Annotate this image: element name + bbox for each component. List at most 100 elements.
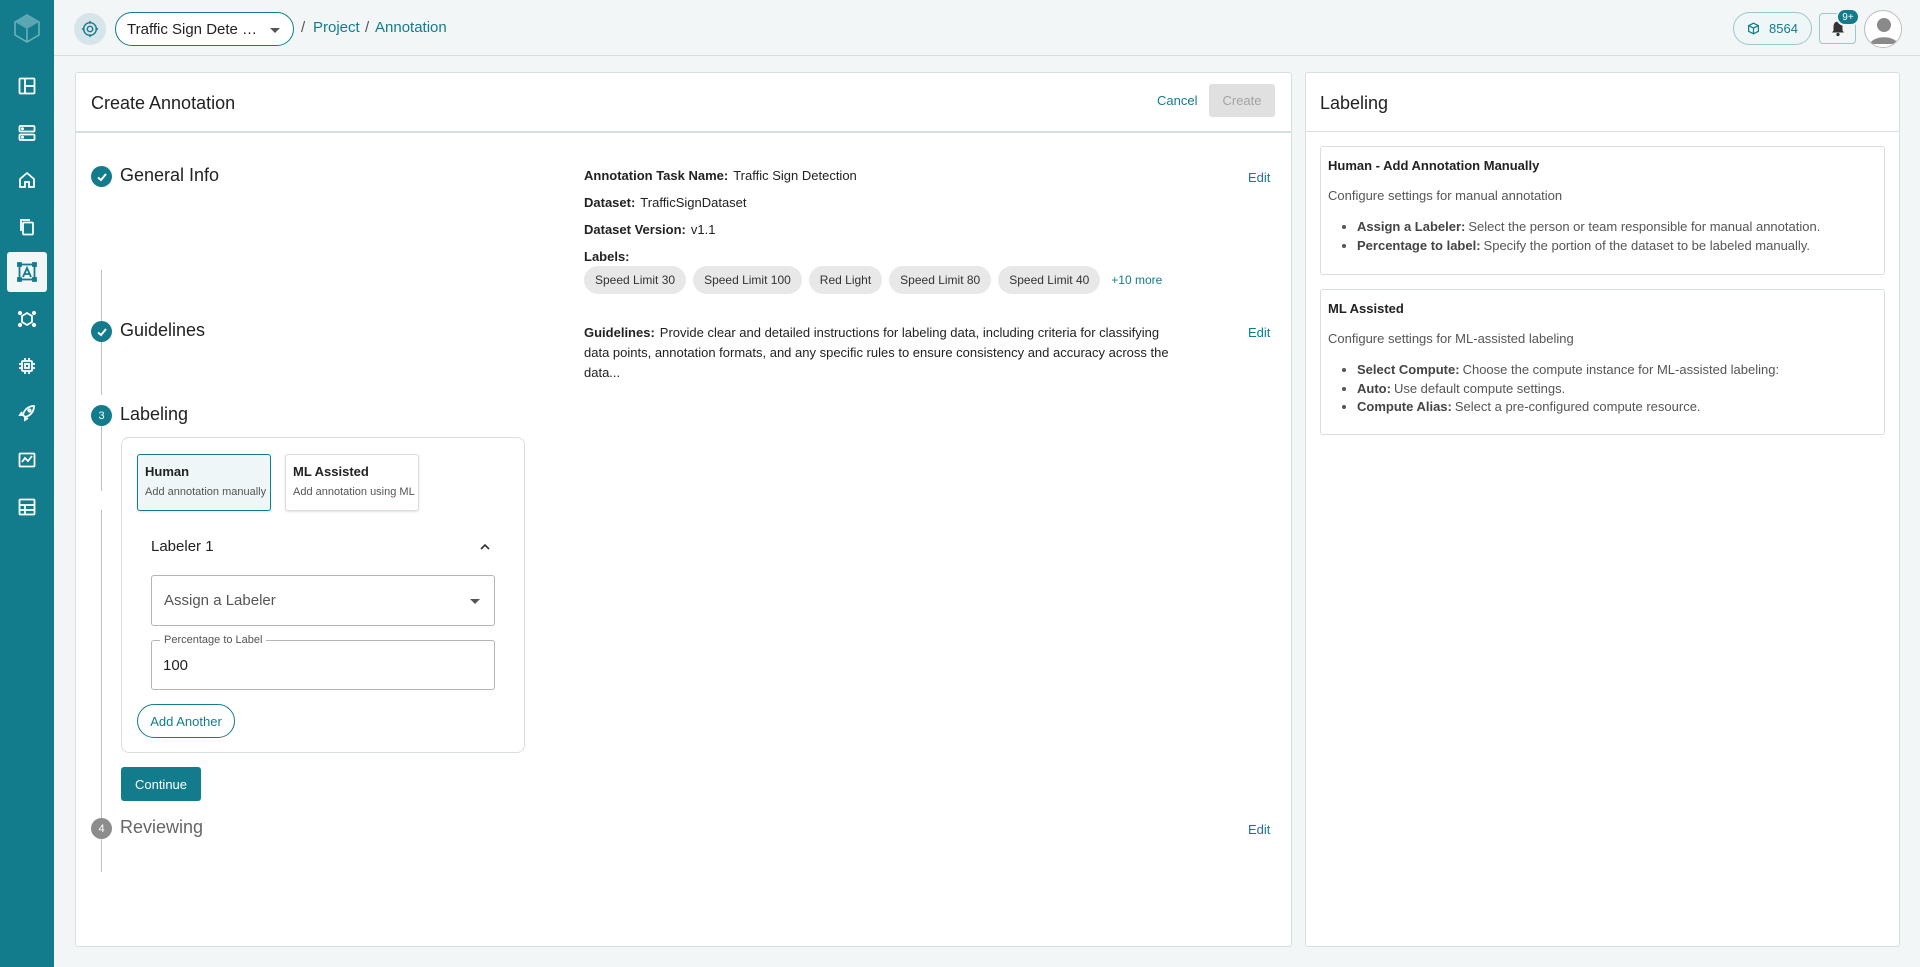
help-list: Assign a Labeler:Select the person or te… xyxy=(1357,218,1820,255)
cancel-button[interactable]: Cancel xyxy=(1157,93,1197,108)
add-another-button[interactable]: Add Another xyxy=(137,704,235,738)
labeling-config-card: Human Add annotation manually ML Assiste… xyxy=(121,437,525,753)
project-select-value: Traffic Sign Dete … xyxy=(127,20,257,38)
percentage-field-label: Percentage to Label xyxy=(160,634,267,646)
label-chip: Speed Limit 30 xyxy=(584,266,687,294)
step-title-labeling: Labeling xyxy=(120,404,189,424)
edit-reviewing-button[interactable]: Edit xyxy=(1248,822,1270,837)
sidebar-item-reports[interactable] xyxy=(7,487,47,527)
reports-icon xyxy=(18,498,36,516)
sidebar-item-database[interactable] xyxy=(7,113,47,153)
chevron-down-icon xyxy=(270,28,280,33)
edit-guidelines-button[interactable]: Edit xyxy=(1248,325,1270,340)
check-icon xyxy=(96,172,107,181)
step-title-reviewing: Reviewing xyxy=(120,817,204,837)
task-name-value: Traffic Sign Detection xyxy=(733,168,857,183)
mode-subtitle: Add annotation manually xyxy=(145,486,267,498)
help-section-desc: Configure settings for manual annotation xyxy=(1328,188,1563,203)
top-header: Traffic Sign Dete … / Project / Annotati… xyxy=(54,0,1920,56)
app-logo-icon[interactable] xyxy=(12,13,42,43)
annotation-icon xyxy=(17,262,37,282)
help-list: Select Compute:Choose the compute instan… xyxy=(1357,361,1779,417)
credits-button[interactable]: 8564 xyxy=(1733,12,1812,45)
label-chip: Speed Limit 100 xyxy=(693,266,802,294)
breadcrumb-project[interactable]: Project xyxy=(313,19,360,36)
help-section-desc: Configure settings for ML-assisted label… xyxy=(1328,331,1574,346)
sidebar xyxy=(0,0,54,967)
guidelines-label: Guidelines: xyxy=(584,325,655,340)
sidebar-item-annotation[interactable] xyxy=(7,252,47,292)
step-number-icon: 4 xyxy=(91,818,112,839)
step-title-general-info: General Info xyxy=(120,165,220,185)
project-select[interactable]: Traffic Sign Dete … xyxy=(115,12,294,46)
step-connector xyxy=(101,425,102,491)
help-section-title: Human - Add Annotation Manually xyxy=(1328,158,1540,173)
help-list-item: Select Compute:Choose the compute instan… xyxy=(1357,361,1779,380)
percentage-field-value: 100 xyxy=(163,657,189,674)
sidebar-item-home[interactable] xyxy=(7,160,47,200)
dataset-version-value: v1.1 xyxy=(690,222,716,237)
guidelines-value: Provide clear and detailed instructions … xyxy=(584,325,1169,380)
more-labels-link[interactable]: +10 more xyxy=(1111,273,1162,287)
mode-subtitle: Add annotation using ML xyxy=(293,486,415,498)
breadcrumb-separator: / xyxy=(301,19,306,36)
sidebar-item-monitor[interactable] xyxy=(7,440,47,480)
help-section-ml-assisted: ML Assisted Configure settings for ML-as… xyxy=(1320,289,1885,435)
avatar[interactable] xyxy=(1864,10,1902,48)
breadcrumb-annotation[interactable]: Annotation xyxy=(375,19,447,36)
step-number-icon: 3 xyxy=(91,405,112,426)
files-icon xyxy=(20,219,34,236)
mode-card-ml-assisted[interactable]: ML Assisted Add annotation using ML xyxy=(285,454,419,511)
panel-header: Create Annotation Cancel Create xyxy=(76,73,1291,133)
mode-title: Human xyxy=(145,464,190,479)
sidebar-item-files[interactable] xyxy=(7,207,47,247)
labeling-help-panel: Labeling Human - Add Annotation Manually… xyxy=(1305,72,1900,947)
model-icon xyxy=(17,310,37,328)
side-panel-header: Labeling xyxy=(1306,73,1899,132)
labels-label: Labels: xyxy=(584,249,630,264)
label-chip: Speed Limit 80 xyxy=(889,266,992,294)
assign-labeler-placeholder: Assign a Labeler xyxy=(164,592,276,609)
sidebar-item-dashboard[interactable] xyxy=(7,66,47,106)
project-badge-icon xyxy=(81,20,99,38)
compute-icon xyxy=(19,358,35,374)
help-list-item: Compute Alias:Select a pre-configured co… xyxy=(1357,398,1779,417)
continue-button[interactable]: Continue xyxy=(121,767,201,801)
step-title-guidelines: Guidelines xyxy=(120,320,206,340)
chevron-down-icon xyxy=(470,599,480,604)
create-annotation-panel: Create Annotation Cancel Create General … xyxy=(75,72,1292,947)
assign-labeler-select[interactable]: Assign a Labeler xyxy=(151,575,495,626)
credits-count: 8564 xyxy=(1769,21,1798,36)
dashboard-icon xyxy=(18,77,36,95)
breadcrumb-separator: / xyxy=(365,19,370,36)
dataset-value: TrafficSignDataset xyxy=(640,195,747,210)
dataset-version-label: Dataset Version: xyxy=(584,222,686,237)
edit-general-info-button[interactable]: Edit xyxy=(1248,170,1270,185)
label-chip: Speed Limit 40 xyxy=(998,266,1101,294)
guidelines-text: Guidelines: Provide clear and detailed in… xyxy=(584,323,1169,383)
dataset-version-row: Dataset Version: v1.1 xyxy=(584,222,715,237)
sidebar-item-compute[interactable] xyxy=(7,346,47,386)
help-list-item: Assign a Labeler:Select the person or te… xyxy=(1357,218,1820,237)
check-icon xyxy=(96,327,107,336)
create-button[interactable]: Create xyxy=(1209,84,1275,117)
home-icon xyxy=(19,171,35,188)
help-section-human: Human - Add Annotation Manually Configur… xyxy=(1320,146,1885,275)
database-icon xyxy=(18,125,36,141)
mode-card-human[interactable]: Human Add annotation manually xyxy=(137,454,271,511)
labels-row: Labels: xyxy=(584,249,635,264)
sidebar-item-deploy[interactable] xyxy=(7,393,47,433)
project-icon[interactable] xyxy=(74,13,106,45)
cube-icon xyxy=(1748,22,1760,35)
notifications-badge: 9+ xyxy=(1836,8,1860,26)
dataset-row: Dataset: TrafficSignDataset xyxy=(584,195,747,210)
dataset-label: Dataset: xyxy=(584,195,636,210)
percentage-to-label-field[interactable]: Percentage to Label 100 xyxy=(151,634,495,690)
user-avatar-icon xyxy=(1866,12,1901,47)
labeler-title: Labeler 1 xyxy=(151,538,214,555)
mode-title: ML Assisted xyxy=(293,464,369,479)
chevron-up-icon[interactable] xyxy=(480,542,490,552)
sidebar-item-model[interactable] xyxy=(7,299,47,339)
side-panel-title: Labeling xyxy=(1320,93,1389,113)
task-name-label: Annotation Task Name: xyxy=(584,168,729,183)
